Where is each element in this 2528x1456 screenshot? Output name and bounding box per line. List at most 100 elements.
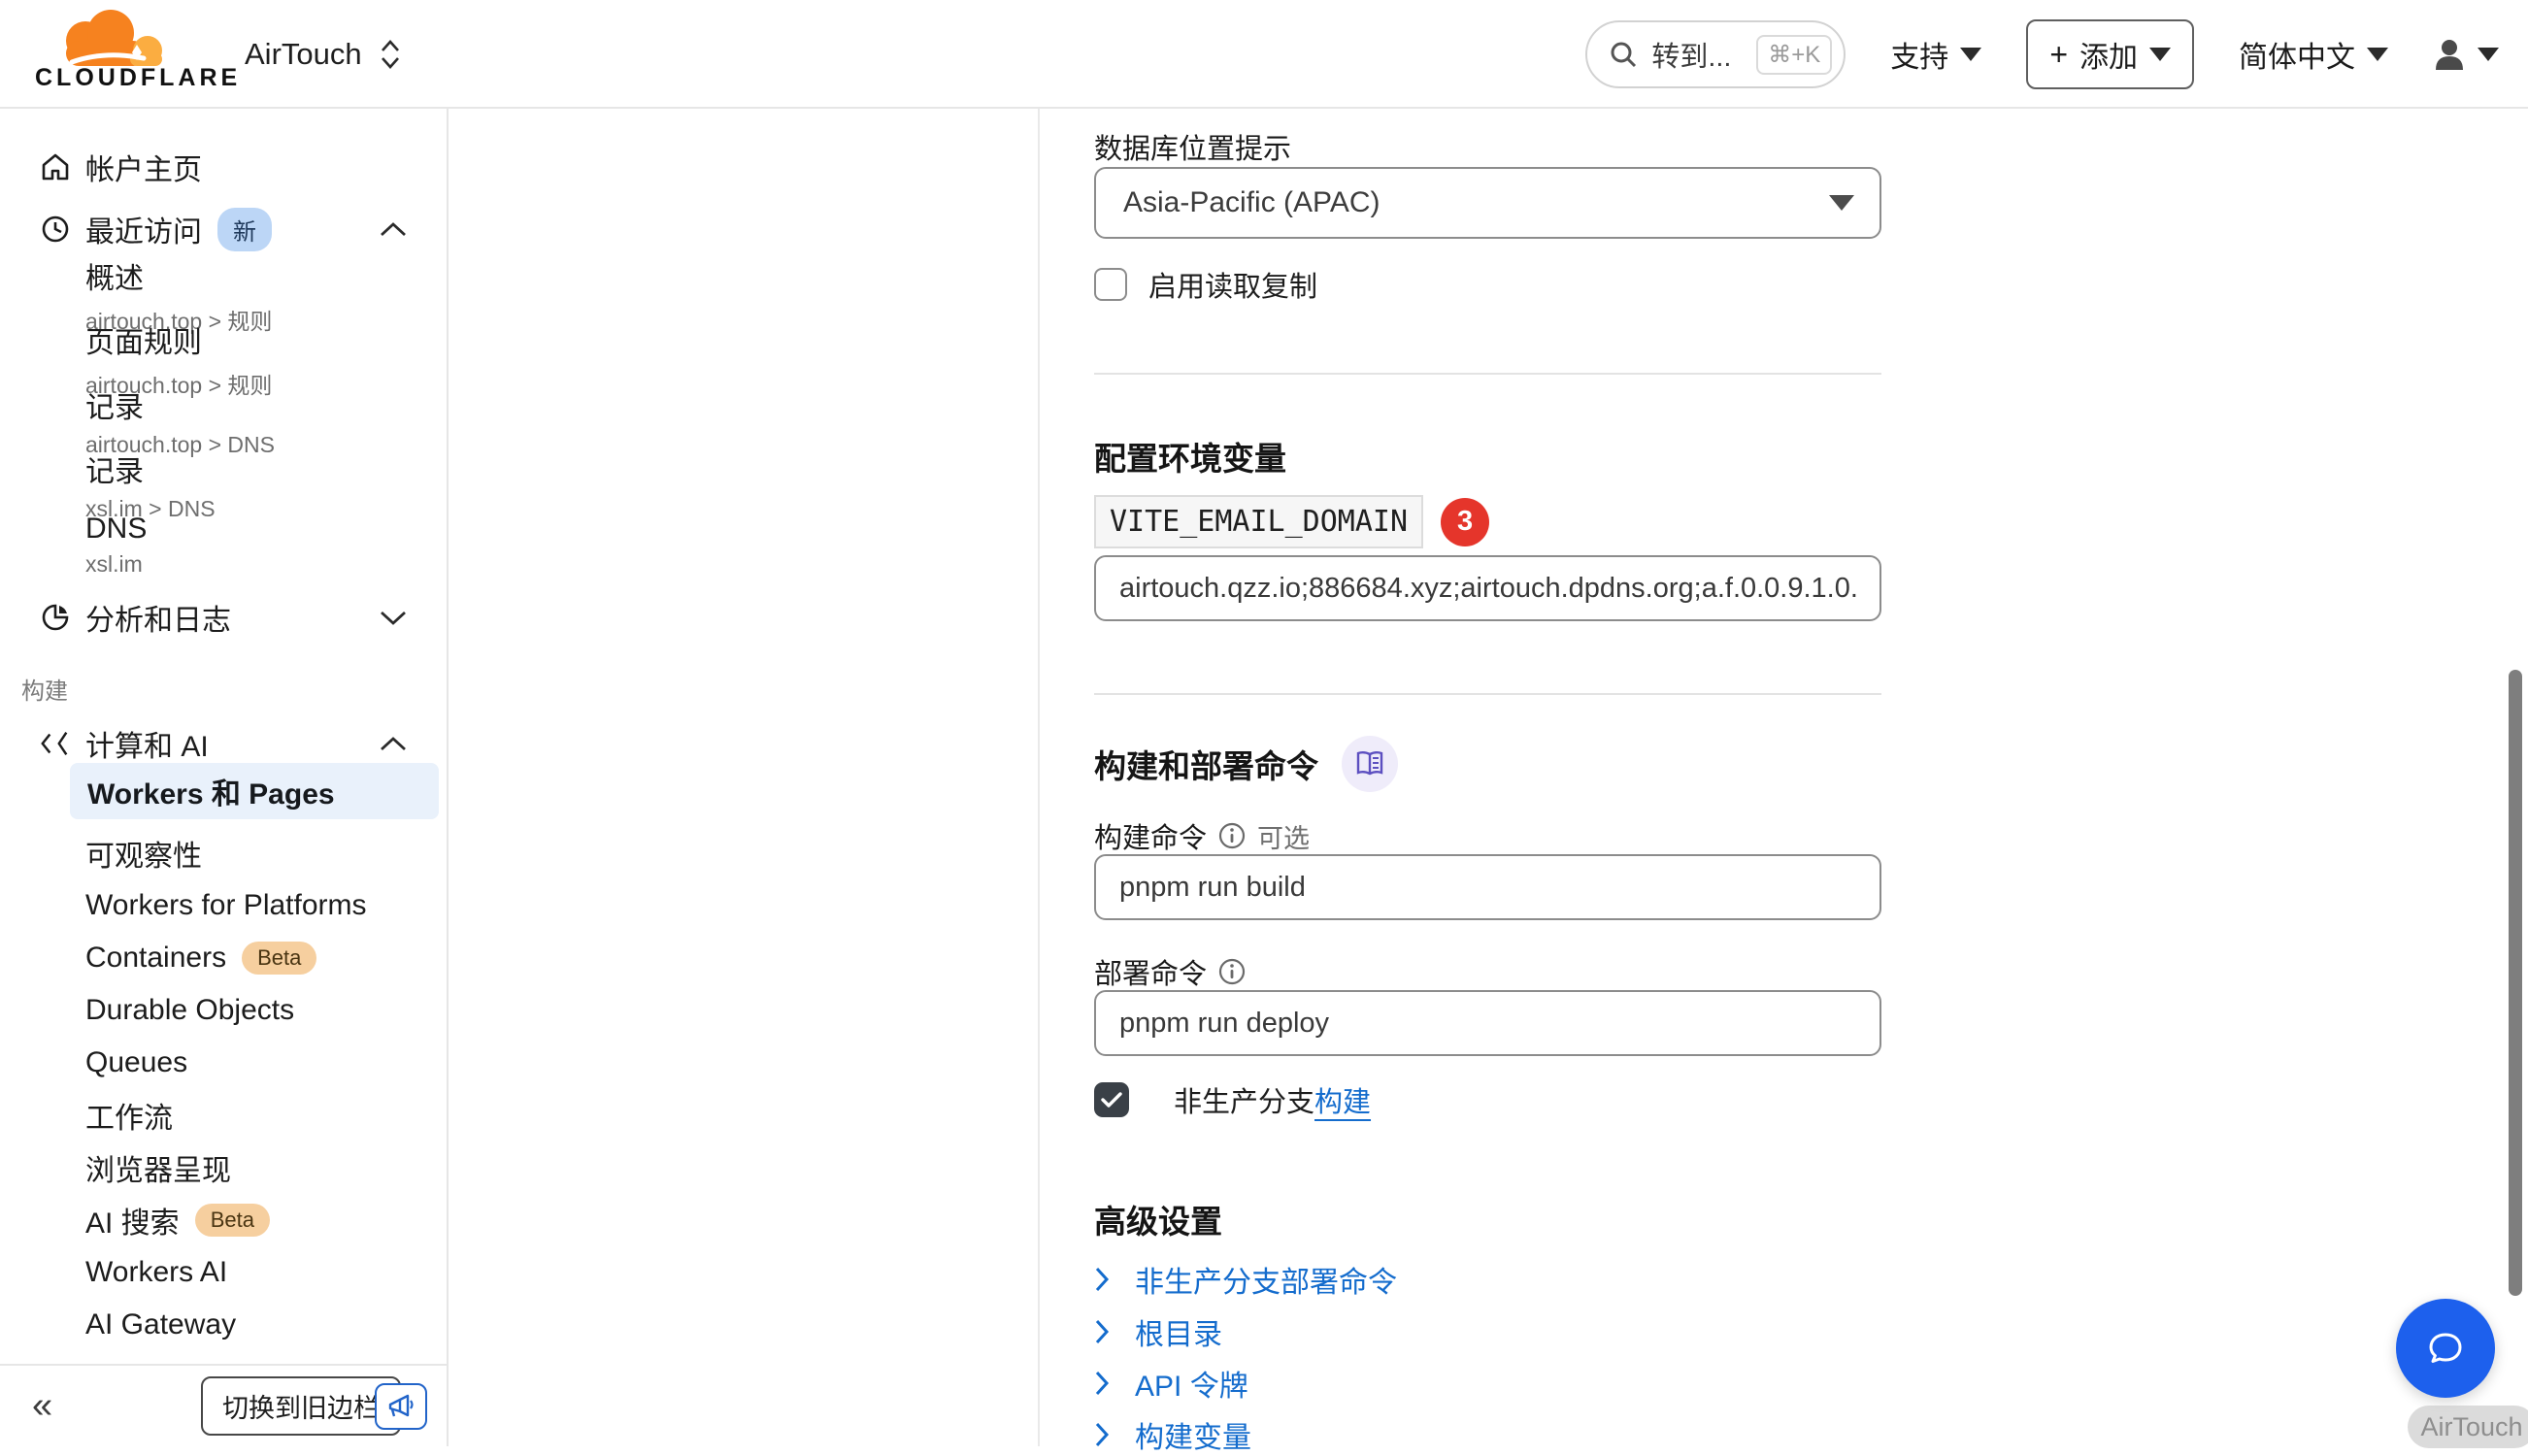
sidebar-item-ai-search[interactable]: AI 搜索 Beta: [85, 1194, 270, 1246]
read-replica-label: 启用读取复制: [1148, 264, 1317, 305]
sidebar-item-workers-ai[interactable]: Workers AI: [85, 1246, 227, 1299]
build-link[interactable]: 构建: [1314, 1087, 1371, 1118]
advanced-settings-heading: 高级设置: [1094, 1196, 1222, 1242]
sidebar-item-label: 可观察性: [85, 832, 202, 875]
sidebar-item-workers-for-platforms[interactable]: Workers for Platforms: [85, 879, 367, 932]
beta-badge: Beta: [242, 942, 316, 975]
env-var-value-input[interactable]: [1094, 555, 1881, 621]
recent-item-subtitle: xsl.im: [85, 551, 147, 578]
db-location-select[interactable]: Asia-Pacific (APAC): [1094, 167, 1881, 239]
sidebar-item-label: AI 搜索: [85, 1199, 180, 1241]
optional-label: 可选: [1257, 817, 1310, 855]
deploy-command-input[interactable]: [1094, 990, 1881, 1056]
build-command-input[interactable]: [1094, 854, 1881, 920]
caret-down-icon: [2367, 48, 2388, 61]
sidebar-item-containers[interactable]: Containers Beta: [85, 932, 316, 984]
env-var-row: VITE_EMAIL_DOMAIN 3: [1094, 495, 1489, 548]
caret-down-icon: [2149, 48, 2171, 61]
recent-item[interactable]: 记录 xsl.im > DNS: [85, 447, 216, 522]
docs-icon-button[interactable]: [1342, 736, 1398, 792]
vertical-scrollbar[interactable]: [2509, 670, 2522, 1296]
info-icon[interactable]: [1218, 958, 1246, 985]
recent-item-title: DNS: [85, 513, 147, 546]
chevron-right-icon: [1094, 1266, 1110, 1293]
new-badge: 新: [217, 208, 272, 251]
home-icon: [39, 151, 72, 182]
language-label: 简体中文: [2239, 33, 2355, 76]
toggle-old-sidebar-button[interactable]: 切换到旧边栏: [201, 1376, 401, 1436]
sidebar-group-label: 最近访问: [85, 208, 202, 250]
top-header: CLOUDFLARE AirTouch 转到... ⌘+K 支持: [0, 0, 2528, 109]
db-location-label: 数据库位置提示: [1094, 126, 1291, 167]
clock-icon: [39, 214, 72, 245]
info-icon[interactable]: [1218, 822, 1246, 849]
sidebar-item-observability[interactable]: 可观察性: [85, 827, 202, 879]
chevron-down-icon[interactable]: [379, 609, 408, 626]
check-icon: [1101, 1091, 1122, 1109]
cloudflare-dashboard: CLOUDFLARE AirTouch 转到... ⌘+K 支持: [0, 0, 2528, 1446]
account-switcher[interactable]: AirTouch: [245, 0, 401, 109]
advanced-link-non-prod-deploy[interactable]: 非生产分支部署命令: [1094, 1258, 1397, 1301]
advanced-link-root-dir[interactable]: 根目录: [1094, 1310, 1222, 1353]
sidebar-group-analytics[interactable]: 分析和日志: [0, 594, 449, 641]
language-menu[interactable]: 简体中文: [2239, 33, 2388, 76]
plus-icon: +: [2049, 39, 2068, 70]
content-panel-divider: [1038, 109, 1040, 1446]
sidebar-item-account-home[interactable]: 帐户主页: [0, 144, 449, 190]
db-location-value: Asia-Pacific (APAC): [1123, 186, 1380, 219]
sidebar-item-label: AI Gateway: [85, 1308, 236, 1341]
chat-button[interactable]: [2396, 1299, 2495, 1398]
recent-item-title: 页面规则: [85, 318, 272, 361]
chevron-right-icon: [1094, 1421, 1110, 1448]
add-button[interactable]: + 添加: [2026, 19, 2194, 89]
sidebar-group-recent[interactable]: 最近访问 新: [0, 206, 449, 252]
chevron-up-icon[interactable]: [379, 735, 408, 752]
global-search[interactable]: 转到... ⌘+K: [1585, 20, 1846, 88]
advanced-link-build-vars[interactable]: 构建变量: [1094, 1413, 1251, 1456]
collapse-sidebar-icon[interactable]: «: [32, 1385, 47, 1427]
non-prod-build-checkbox[interactable]: [1094, 1082, 1129, 1117]
caret-down-icon: [1960, 48, 1981, 61]
recent-item-title: 概述: [85, 254, 272, 297]
sidebar-item-queues[interactable]: Queues: [85, 1037, 187, 1089]
non-prod-build-row[interactable]: 非生产分支构建: [1094, 1079, 1371, 1120]
sidebar-item-browser-rendering[interactable]: 浏览器呈现: [85, 1142, 231, 1194]
chevron-right-icon: [1094, 1370, 1110, 1397]
sidebar-group-label: 计算和 AI: [85, 722, 209, 765]
sidebar-item-label: 工作流: [85, 1094, 173, 1137]
brand-wordmark: CLOUDFLARE: [35, 64, 181, 92]
user-icon: [2433, 37, 2466, 72]
read-replica-row[interactable]: 启用读取复制: [1094, 264, 1317, 305]
chat-bubble-icon: [2422, 1325, 2469, 1372]
sidebar-group-compute-ai[interactable]: 计算和 AI: [0, 720, 449, 767]
chevron-right-icon: [1094, 1318, 1110, 1345]
keyboard-shortcut: ⌘+K: [1756, 35, 1832, 75]
sidebar-footer: « 切换到旧边栏: [0, 1364, 447, 1446]
sidebar-item-label: Workers AI: [85, 1256, 227, 1289]
read-replica-checkbox[interactable]: [1094, 268, 1127, 301]
support-menu[interactable]: 支持: [1890, 33, 1981, 76]
sidebar-item-durable-objects[interactable]: Durable Objects: [85, 984, 294, 1037]
sidebar-item-label: Workers 和 Pages: [87, 770, 335, 812]
announcements-button[interactable]: [375, 1383, 427, 1430]
sidebar-item-workers-pages[interactable]: Workers 和 Pages: [70, 763, 439, 819]
recent-item[interactable]: DNS xsl.im: [85, 513, 147, 578]
user-menu[interactable]: [2433, 37, 2499, 72]
chevron-up-icon[interactable]: [379, 220, 408, 238]
sidebar-item-workflows[interactable]: 工作流: [85, 1089, 173, 1142]
select-caret-icon: [1829, 195, 1854, 211]
section-divider: [1094, 693, 1881, 695]
book-icon: [1354, 749, 1385, 778]
sidebar-item-label: Durable Objects: [85, 994, 294, 1027]
sidebar-item-ai-gateway[interactable]: AI Gateway: [85, 1299, 236, 1351]
account-switcher-icon: [380, 38, 401, 71]
beta-badge: Beta: [195, 1204, 270, 1237]
cloudflare-cloud-icon: [35, 8, 181, 70]
advanced-link-api-token[interactable]: API 令牌: [1094, 1362, 1248, 1405]
cloudflare-logo[interactable]: CLOUDFLARE: [35, 8, 181, 92]
code-icon: [39, 728, 72, 759]
pie-chart-icon: [39, 602, 72, 633]
non-prod-label: 非生产分支: [1174, 1087, 1314, 1118]
recent-item-title: 记录: [85, 383, 275, 426]
settings-content: 数据库位置提示 Asia-Pacific (APAC) 启用读取复制 配置环境变…: [1094, 109, 1881, 1446]
